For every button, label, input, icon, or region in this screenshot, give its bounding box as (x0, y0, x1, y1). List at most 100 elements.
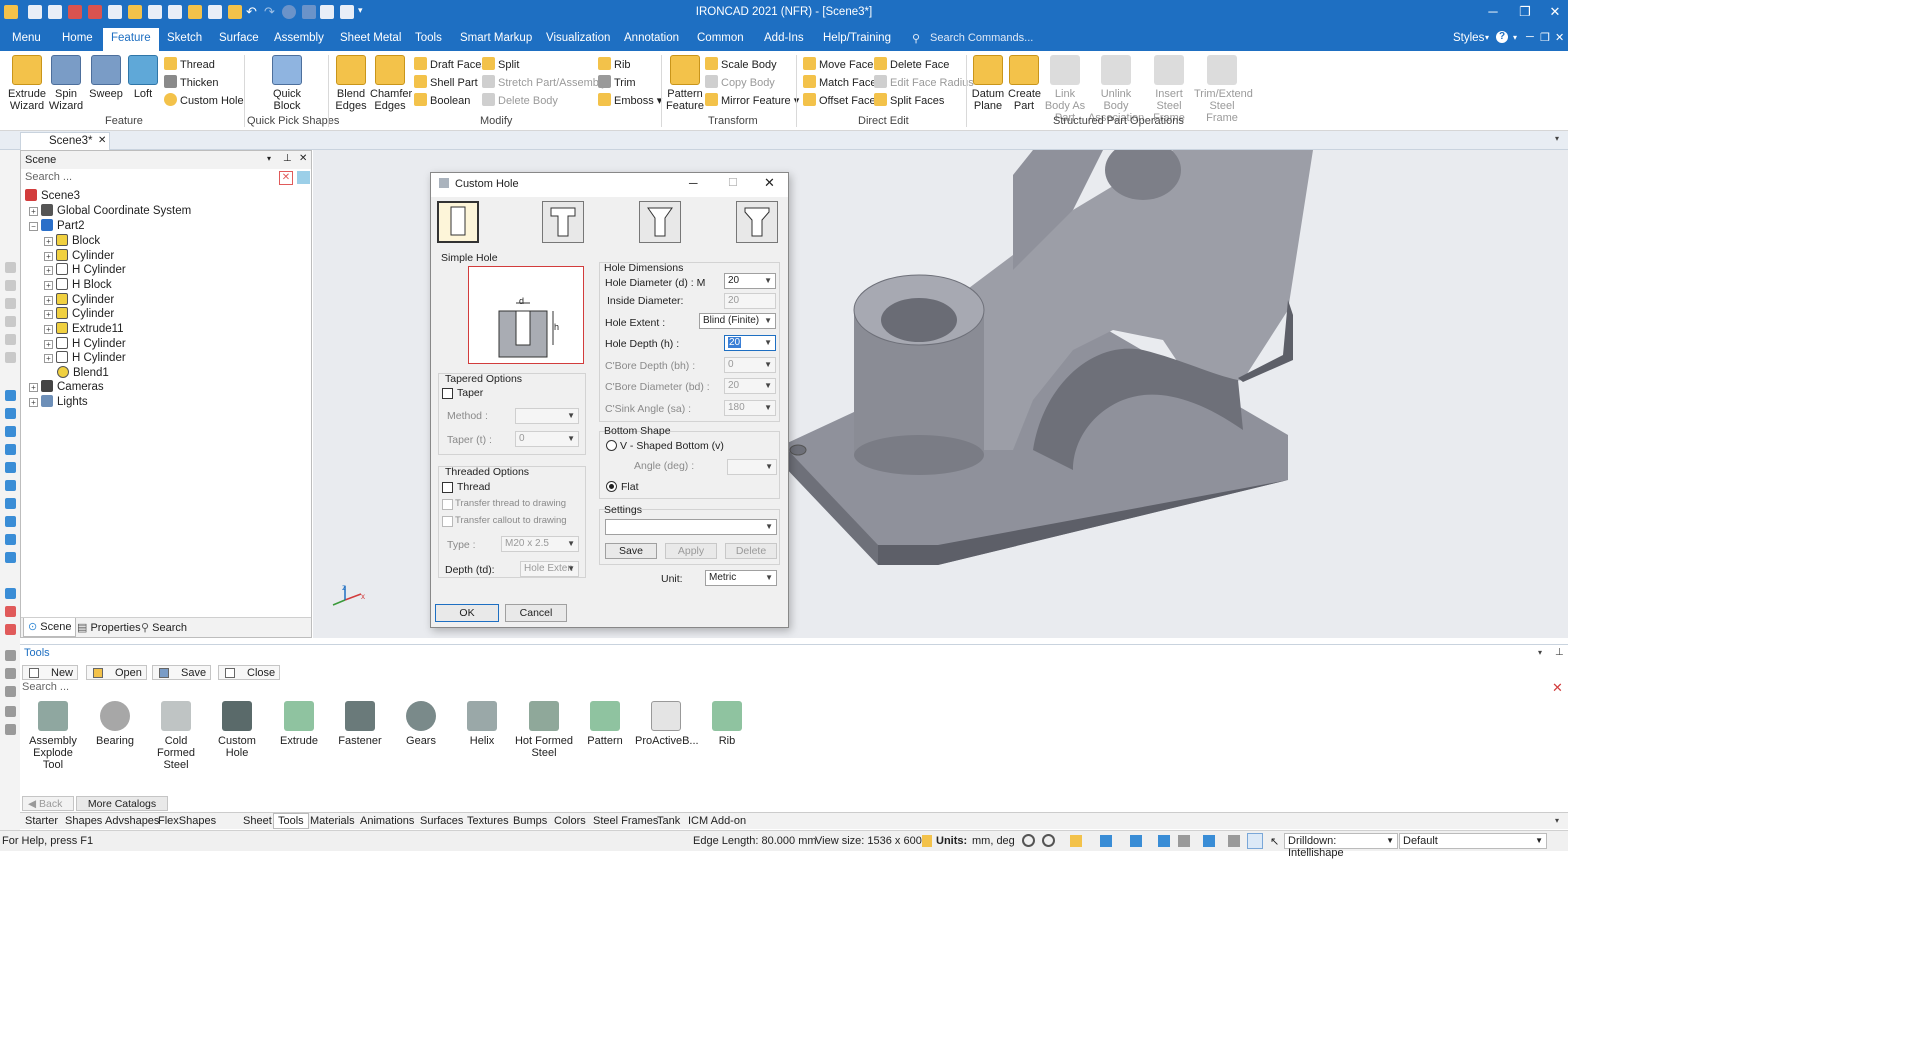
tree-item-h-cylinder[interactable]: + H Cylinder (44, 263, 126, 276)
pen-icon[interactable] (5, 706, 16, 717)
catalog-tab-steel-frames[interactable]: Steel Frames (593, 815, 658, 827)
catalog-tabs-dropdown-icon[interactable]: ▾ (1555, 816, 1559, 825)
catalog-open-button[interactable]: Open (86, 665, 147, 680)
tree-item-cameras[interactable]: + Cameras (29, 380, 104, 393)
delete-face-button[interactable]: Delete Face (874, 57, 949, 71)
expand-icon[interactable]: + (44, 266, 53, 275)
expand-icon[interactable]: + (29, 207, 38, 216)
zoom-icon[interactable] (1022, 834, 1035, 847)
command-search-input[interactable]: Search Commands... (930, 32, 1033, 44)
delete-body-button[interactable]: Delete Body (482, 93, 558, 107)
sketch-icon[interactable] (5, 624, 16, 635)
tree-item-cylinder[interactable]: + Cylinder (44, 249, 114, 262)
thicken-button[interactable]: Thicken (164, 75, 219, 89)
catalog-close-button[interactable]: Close (218, 665, 281, 680)
hole-extent-select[interactable]: Blind (Finite) ▼ (699, 313, 776, 329)
insert-steel-frame-button[interactable]: Insert Steel Frame (1144, 55, 1194, 124)
thread-depth-select[interactable]: Hole Exten ▼ (520, 561, 579, 577)
scale-body-button[interactable]: Scale Body (705, 57, 777, 71)
catalog-tab-starter[interactable]: Starter (25, 815, 58, 827)
measure-icon[interactable] (5, 588, 16, 599)
tree-item-part2[interactable]: − Part2 (29, 219, 85, 232)
sweep-button[interactable]: Sweep (88, 55, 124, 100)
tree-item-extrude11[interactable]: + Extrude11 (44, 322, 124, 335)
split-button[interactable]: Split (482, 57, 519, 71)
help-icon[interactable]: ? (1496, 31, 1508, 43)
tree-item-cylinder[interactable]: + Cylinder (44, 307, 114, 320)
light-icon[interactable] (1228, 835, 1240, 847)
link-body-button[interactable]: Link Body As Part (1042, 55, 1088, 124)
expand-icon[interactable]: + (44, 354, 53, 363)
catalog-tab-animations[interactable]: Animations (360, 815, 414, 827)
view-icon[interactable] (5, 390, 16, 401)
dialog-maximize-icon[interactable]: ☐ (728, 176, 738, 189)
sketch-icon[interactable] (5, 606, 16, 617)
catalog-search-input[interactable]: Search ... (22, 681, 1542, 695)
close-button[interactable]: ✕ (1542, 3, 1568, 21)
filter-icon[interactable] (297, 171, 310, 184)
quick-block-button[interactable]: Quick Block (266, 55, 308, 112)
ok-button[interactable]: OK (435, 604, 499, 622)
view-icon[interactable] (5, 552, 16, 563)
view-icon[interactable] (5, 426, 16, 437)
flat-bottom-radio[interactable] (606, 481, 617, 492)
copy-body-button[interactable]: Copy Body (705, 75, 775, 89)
view-icon[interactable] (5, 498, 16, 509)
back-button[interactable]: ◀ Back (22, 796, 74, 811)
shading-icon[interactable] (1178, 835, 1190, 847)
more-catalogs-button[interactable]: More Catalogs (76, 796, 168, 811)
menu-assembly[interactable]: Assembly (274, 32, 324, 44)
tool-hot-formed-steel[interactable]: Hot Formed Steel (513, 701, 575, 759)
tool-icon[interactable] (5, 334, 16, 345)
stretch-part-button[interactable]: Stretch Part/Assembly (482, 75, 607, 89)
view-icon[interactable] (5, 516, 16, 527)
custom-hole-button[interactable]: Custom Hole (164, 93, 244, 107)
tool-icon[interactable] (5, 280, 16, 291)
minimize-button[interactable]: ─ (1480, 3, 1506, 21)
menu-sketch[interactable]: Sketch (167, 32, 202, 44)
pattern-feature-button[interactable]: Pattern Feature (666, 55, 704, 112)
tool-proactive-bom[interactable]: ProActiveB... (635, 701, 699, 747)
view-icon[interactable] (5, 480, 16, 491)
expand-icon[interactable]: + (29, 383, 38, 392)
view-icon[interactable] (5, 408, 16, 419)
unit-select[interactable]: Metric ▼ (705, 570, 777, 586)
split-faces-button[interactable]: Split Faces (874, 93, 944, 107)
catalog-save-button[interactable]: Save (152, 665, 212, 680)
transfer-thread-checkbox[interactable] (442, 499, 453, 510)
doc-tab-scene3[interactable]: Scene3* ✕ (20, 132, 110, 150)
catalog-tab-textures[interactable]: Textures (467, 815, 509, 827)
catalog-tab-advshapes[interactable]: Advshapes (105, 815, 159, 827)
expand-icon[interactable]: + (44, 281, 53, 290)
match-face-button[interactable]: Match Face (803, 75, 876, 89)
thread-type-select[interactable]: M20 x 2.5 ▼ (501, 536, 579, 552)
chamfer-edges-button[interactable]: Chamfer Edges (370, 55, 412, 112)
expand-icon[interactable]: + (44, 296, 53, 305)
menu-feature[interactable]: Feature (103, 28, 159, 51)
collapse-icon[interactable]: − (29, 222, 38, 231)
menu-annotation[interactable]: Annotation (624, 32, 679, 44)
tool-custom-hole[interactable]: Custom Hole (206, 701, 268, 759)
select-cursor-icon[interactable] (1247, 833, 1263, 849)
drilldown-select[interactable]: Drilldown: Intellishape ▼ (1284, 833, 1398, 859)
trim-steel-frame-button[interactable]: Trim/Extend Steel Frame (1194, 55, 1253, 124)
panel-menu-icon[interactable]: ▾ (1538, 648, 1542, 657)
thread-checkbox[interactable] (442, 482, 453, 493)
close-tab-icon[interactable]: ✕ (98, 135, 106, 146)
cbore-diameter-input[interactable]: 20 ▼ (724, 378, 776, 394)
restore-button[interactable]: ❐ (1512, 3, 1538, 21)
mirror-feature-button[interactable]: Mirror Feature ▾ (705, 93, 799, 107)
countersink-type-button[interactable] (639, 201, 681, 243)
counterdrill-type-button[interactable] (736, 201, 778, 243)
expand-icon[interactable]: + (44, 340, 53, 349)
panel-menu-icon[interactable]: ▾ (267, 154, 271, 163)
tool-icon[interactable] (5, 352, 16, 363)
csink-angle-input[interactable]: 180 ▼ (724, 400, 776, 416)
default-select[interactable]: Default ▼ (1399, 833, 1547, 849)
pointer-icon[interactable]: ↖ (1270, 835, 1279, 848)
taper-checkbox[interactable] (442, 388, 453, 399)
tool-icon[interactable] (5, 298, 16, 309)
tool-pattern[interactable]: Pattern (574, 701, 636, 747)
tree-item-global-coordinate-system[interactable]: + Global Coordinate System (29, 204, 191, 217)
view-cube-icon[interactable] (1100, 835, 1112, 847)
